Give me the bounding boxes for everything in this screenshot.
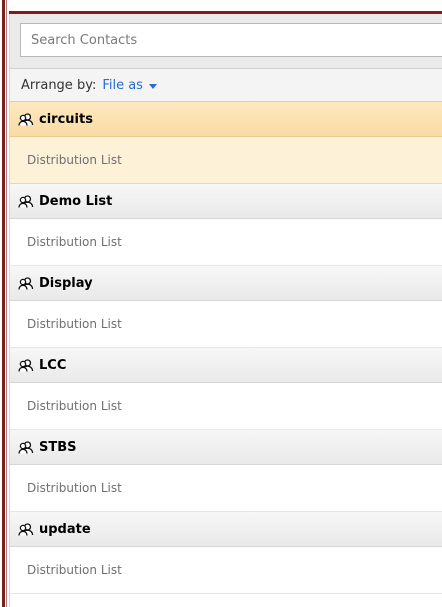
list-item-header: Display xyxy=(10,266,442,301)
arrange-by-bar: Arrange by: File as xyxy=(10,69,442,102)
search-contacts-input[interactable] xyxy=(20,23,442,57)
list-item-header: STBS xyxy=(10,430,442,465)
list-item[interactable]: circuits Distribution List xyxy=(10,102,442,184)
list-item-header: update xyxy=(10,512,442,547)
list-item-header: Demo List xyxy=(10,184,442,219)
distribution-list-icon xyxy=(18,357,34,373)
list-item[interactable]: update Distribution List xyxy=(10,512,442,594)
arrange-by-dropdown[interactable]: File as xyxy=(102,78,157,93)
contact-list: circuits Distribution List Demo List Dis… xyxy=(10,102,442,594)
chevron-down-icon xyxy=(148,83,157,89)
contact-name: update xyxy=(39,521,91,537)
contact-type: Distribution List xyxy=(10,301,442,348)
arrange-by-label: Arrange by: xyxy=(21,77,97,93)
contact-type: Distribution List xyxy=(10,383,442,430)
list-item[interactable]: LCC Distribution List xyxy=(10,348,442,430)
search-bar xyxy=(10,14,442,69)
contact-name: circuits xyxy=(39,111,93,127)
contact-type: Distribution List xyxy=(10,137,442,184)
contact-type: Distribution List xyxy=(10,547,442,594)
distribution-list-icon xyxy=(18,111,34,127)
contact-name: LCC xyxy=(39,357,67,373)
list-item-header: LCC xyxy=(10,348,442,383)
distribution-list-icon xyxy=(18,275,34,291)
contact-name: Demo List xyxy=(39,193,113,209)
contacts-pane: Arrange by: File as circuits Distributio… xyxy=(9,14,442,607)
list-item[interactable]: Display Distribution List xyxy=(10,266,442,348)
distribution-list-icon xyxy=(18,521,34,537)
list-item[interactable]: STBS Distribution List xyxy=(10,430,442,512)
arrange-by-value: File as xyxy=(102,77,143,93)
distribution-list-icon xyxy=(18,193,34,209)
contact-type: Distribution List xyxy=(10,219,442,266)
list-item[interactable]: Demo List Distribution List xyxy=(10,184,442,266)
window-frame-top xyxy=(0,0,442,14)
list-item-header: circuits xyxy=(10,102,442,137)
distribution-list-icon xyxy=(18,439,34,455)
window-frame-left xyxy=(0,0,9,607)
contact-type: Distribution List xyxy=(10,465,442,512)
contact-name: Display xyxy=(39,275,93,291)
contact-name: STBS xyxy=(39,439,77,455)
